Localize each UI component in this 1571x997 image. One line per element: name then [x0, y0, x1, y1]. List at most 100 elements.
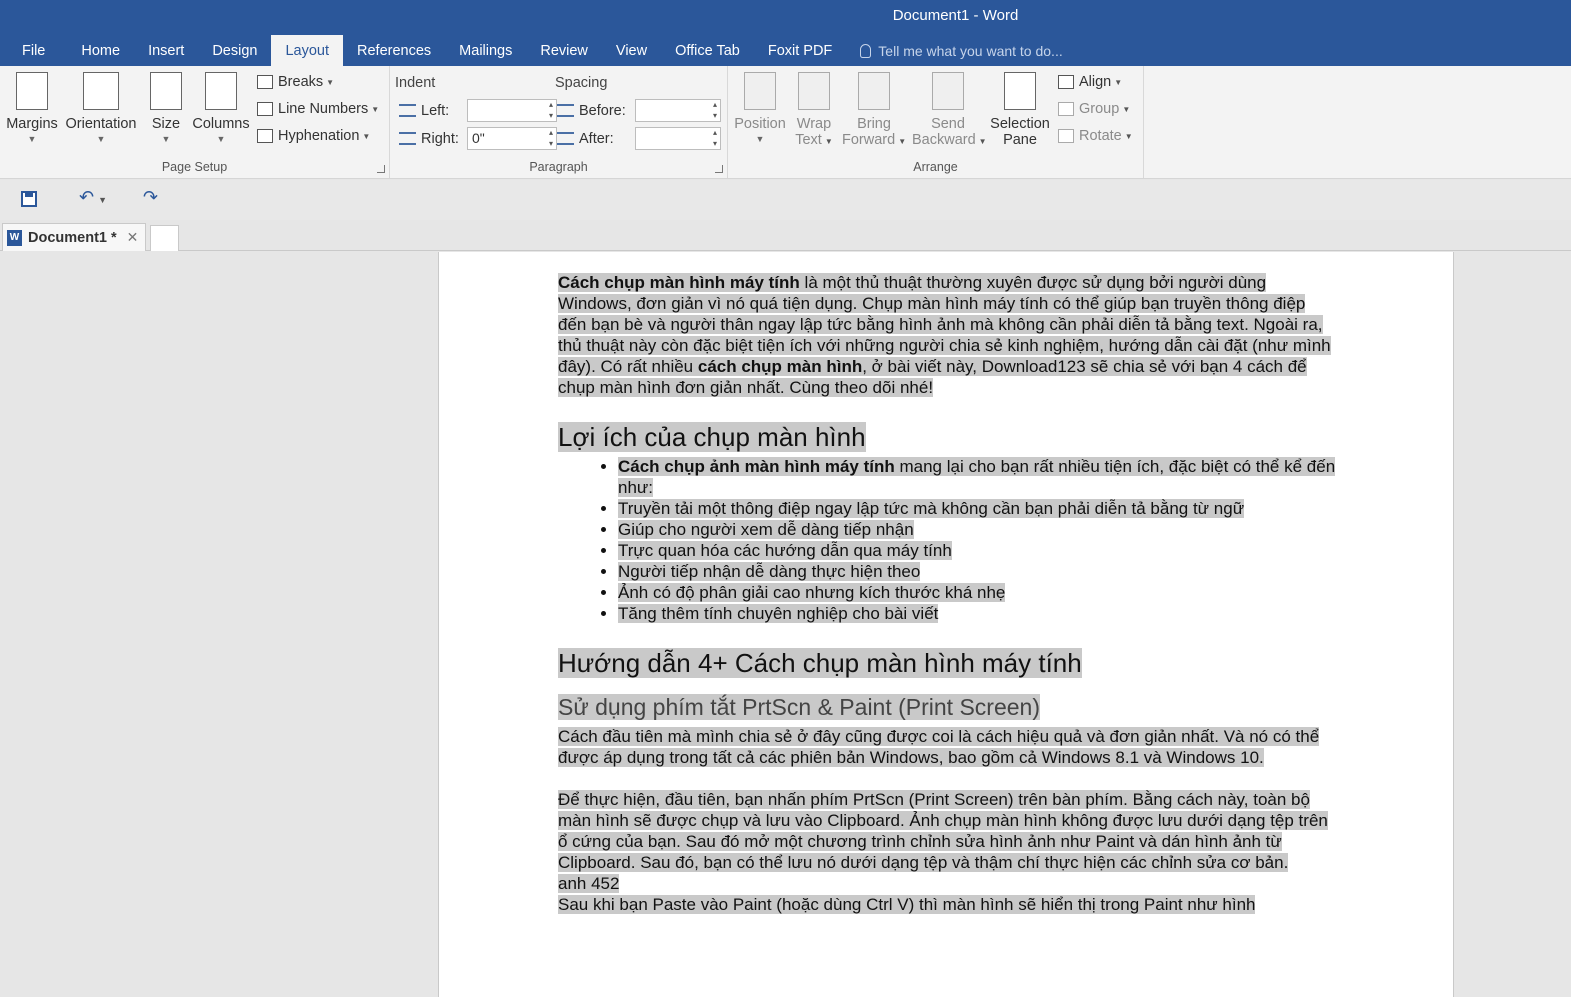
ribbon: Margins ▼ Orientation ▼ Size ▼ Columns ▼… — [0, 66, 1571, 179]
orientation-icon — [83, 72, 119, 110]
new-tab-button[interactable] — [150, 225, 179, 251]
chevron-down-icon: ▼ — [27, 134, 37, 144]
indent-left-row: Left: — [399, 99, 557, 122]
heading-prtscn: Sử dụng phím tắt PrtScn & Paint (Print S… — [558, 694, 1041, 720]
spacing-before-icon — [557, 104, 574, 117]
selection-pane-button[interactable]: Selection Pane — [988, 72, 1052, 148]
wrap-text-button[interactable]: Wrap Text ▼ — [792, 72, 836, 148]
spacing-before-row: Before: — [557, 99, 721, 122]
document-page[interactable]: Cách chụp màn hình máy tính là một thủ t… — [438, 252, 1454, 997]
position-button[interactable]: Position ▼ — [734, 72, 786, 144]
tab-office-tab[interactable]: Office Tab — [661, 35, 754, 66]
tab-design[interactable]: Design — [198, 35, 271, 66]
breaks-icon — [257, 75, 273, 89]
paragraph-2: Để thực hiện, đầu tiên, bạn nhấn phím Pr… — [558, 790, 1328, 872]
indent-left-label: Left: — [421, 102, 450, 119]
orientation-label: Orientation — [65, 116, 137, 132]
tell-me-box[interactable]: Tell me what you want to do... — [846, 35, 1063, 66]
document-tab-bar: W Document1 * ✕ — [0, 220, 1571, 251]
spacing-after-input[interactable] — [635, 127, 721, 150]
dialog-launcher-icon[interactable] — [377, 165, 385, 173]
wrap-text-label-2: Text — [795, 132, 822, 148]
tab-review[interactable]: Review — [526, 35, 602, 66]
lightbulb-icon — [860, 43, 872, 58]
spacing-after-icon — [557, 132, 574, 145]
columns-button[interactable]: Columns ▼ — [191, 72, 251, 144]
tab-home[interactable]: Home — [67, 35, 134, 66]
align-label: Align — [1079, 74, 1112, 90]
send-backward-label-1: Send — [931, 116, 965, 132]
spacing-before-label: Before: — [579, 102, 626, 119]
tab-insert[interactable]: Insert — [134, 35, 198, 66]
word-doc-icon: W — [7, 229, 22, 246]
margins-button[interactable]: Margins ▼ — [4, 72, 60, 144]
rotate-button[interactable]: Rotate ▼ — [1058, 128, 1133, 144]
tab-view[interactable]: View — [602, 35, 661, 66]
document-content[interactable]: Cách chụp màn hình máy tính là một thủ t… — [558, 272, 1338, 915]
rotate-label: Rotate — [1079, 128, 1122, 144]
ribbon-tabs: File Home Insert Design Layout Reference… — [0, 35, 1063, 66]
tab-foxit-pdf[interactable]: Foxit PDF — [754, 35, 846, 66]
save-button[interactable] — [21, 191, 37, 207]
size-button[interactable]: Size ▼ — [146, 72, 186, 144]
chevron-down-icon: ▼ — [216, 134, 226, 144]
spacing-after-label: After: — [579, 130, 614, 147]
rotate-icon — [1058, 129, 1074, 143]
indent-title: Indent — [395, 75, 436, 91]
orientation-button[interactable]: Orientation ▼ — [62, 72, 140, 144]
indent-right-input[interactable]: 0" — [467, 127, 557, 150]
indent-left-input[interactable] — [467, 99, 557, 122]
position-label: Position — [734, 116, 786, 132]
tab-file[interactable]: File — [0, 35, 67, 66]
paragraph-label: Paragraph — [529, 160, 588, 174]
hyphenation-icon — [257, 129, 273, 143]
save-icon — [21, 191, 37, 207]
tab-mailings[interactable]: Mailings — [445, 35, 526, 66]
redo-button[interactable]: ↷ — [143, 187, 158, 208]
wrap-text-icon — [798, 72, 830, 110]
line-numbers-label: Line Numbers — [278, 101, 369, 117]
indent-left-icon — [399, 104, 416, 117]
tab-layout[interactable]: Layout — [271, 35, 344, 66]
chevron-down-icon: ▼ — [98, 195, 108, 205]
paragraph-group: Indent Spacing Left: Right: 0" Before: A… — [390, 66, 728, 178]
align-icon — [1058, 75, 1074, 89]
bring-forward-button[interactable]: Bring Forward ▼ — [842, 72, 906, 148]
document-tab-label: Document1 * — [28, 229, 117, 246]
list-item: Tăng thêm tính chuyên nghiệp cho bài viế… — [618, 603, 1338, 624]
spacing-before-input[interactable] — [635, 99, 721, 122]
align-button[interactable]: Align ▼ — [1058, 74, 1122, 90]
dialog-launcher-icon[interactable] — [715, 165, 723, 173]
intro-bold-1: Cách chụp màn hình máy tính — [558, 273, 800, 292]
selection-pane-label-1: Selection — [990, 116, 1050, 132]
tab-references[interactable]: References — [343, 35, 445, 66]
send-backward-label-2: Backward — [912, 132, 976, 148]
chevron-down-icon: ▼ — [755, 134, 765, 144]
undo-button[interactable]: ↶ ▼ — [79, 187, 107, 208]
line-numbers-button[interactable]: Line Numbers ▼ — [257, 101, 379, 117]
send-backward-button[interactable]: Send Backward ▼ — [912, 72, 987, 148]
list-item: Người tiếp nhận dễ dàng thực hiện theo — [618, 561, 1338, 582]
indent-right-row: Right: 0" — [399, 127, 557, 150]
undo-icon: ↶ — [79, 187, 95, 207]
margins-label: Margins — [6, 116, 58, 132]
list-item: Ảnh có độ phân giải cao nhưng kích thước… — [618, 582, 1338, 603]
heading-guide: Hướng dẫn 4+ Cách chụp màn hình máy tính — [558, 648, 1082, 678]
page-setup-group: Margins ▼ Orientation ▼ Size ▼ Columns ▼… — [0, 66, 390, 178]
columns-icon — [205, 72, 237, 110]
selection-pane-icon — [1004, 72, 1036, 110]
indent-right-icon — [399, 132, 416, 145]
hyphenation-button[interactable]: Hyphenation ▼ — [257, 128, 370, 144]
intro-paragraph: Cách chụp màn hình máy tính là một thủ t… — [558, 272, 1338, 398]
heading-benefits: Lợi ích của chụp màn hình — [558, 422, 866, 452]
list-item: Trực quan hóa các hướng dẫn qua máy tính — [618, 540, 1338, 561]
chevron-down-icon: ▼ — [161, 134, 171, 144]
window-title: Document1 - Word — [892, 7, 1019, 24]
bring-forward-label-1: Bring — [857, 116, 891, 132]
arrange-label: Arrange — [913, 160, 958, 174]
close-icon[interactable]: ✕ — [127, 229, 139, 246]
size-icon — [150, 72, 182, 110]
group-button[interactable]: Group ▼ — [1058, 101, 1130, 117]
document-tab[interactable]: W Document1 * ✕ — [2, 223, 146, 251]
breaks-button[interactable]: Breaks ▼ — [257, 74, 334, 90]
